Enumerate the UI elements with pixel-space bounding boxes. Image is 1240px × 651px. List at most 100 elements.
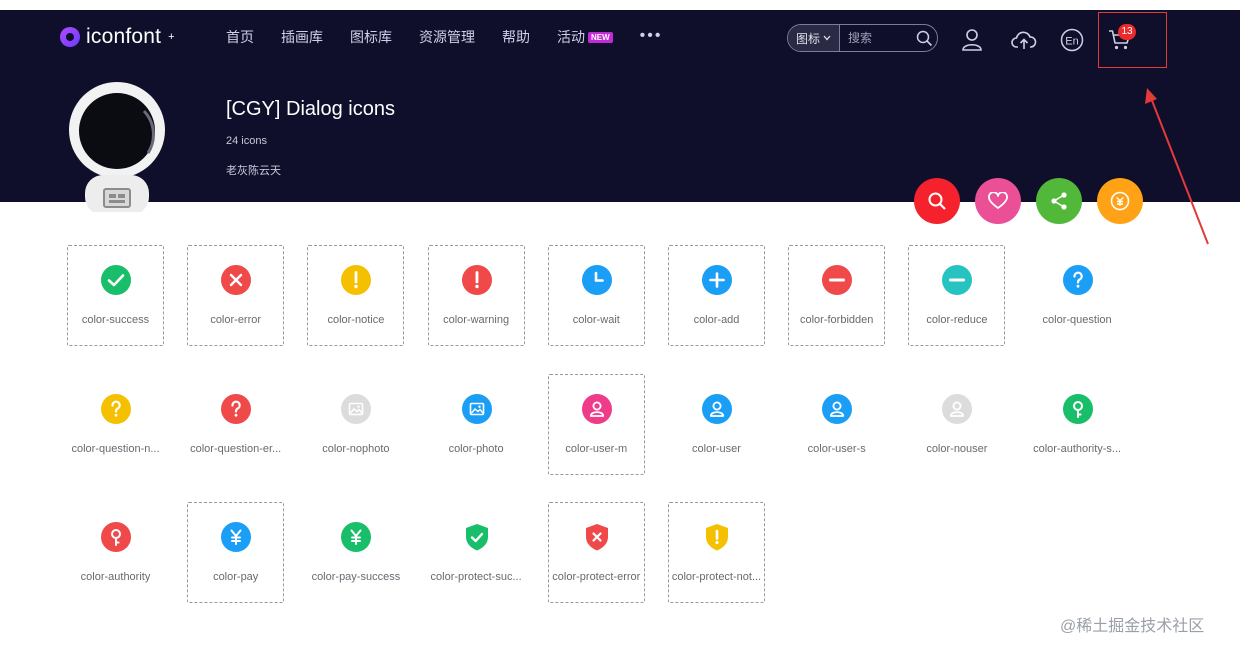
search-collection-button[interactable] <box>914 178 960 224</box>
icon-card-color-nouser[interactable]: color-nouser <box>908 374 1005 475</box>
nav-resource-management[interactable]: 资源管理 <box>419 27 475 47</box>
collection-title: [CGY] Dialog icons <box>226 98 395 120</box>
icon-card-color-question-n[interactable]: color-question-n... <box>67 374 164 475</box>
icon-card-color-add[interactable]: color-add <box>668 245 765 346</box>
share-button[interactable] <box>1036 178 1082 224</box>
nav-activities[interactable]: 活动 NEW <box>557 27 613 47</box>
user-account-button[interactable] <box>959 27 985 53</box>
icon-card-color-user-s[interactable]: color-user-s <box>788 374 885 475</box>
icon-card-color-photo[interactable]: color-photo <box>428 374 525 475</box>
search-type-dropdown[interactable]: 图标 <box>788 25 840 51</box>
reward-icon <box>1110 191 1130 211</box>
icon-card-color-user[interactable]: color-user <box>668 374 765 475</box>
icon-card-color-user-m[interactable]: color-user-m <box>547 373 645 475</box>
color-user-icon <box>702 393 732 424</box>
collection-author[interactable]: 老灰陈云天 <box>226 162 281 178</box>
nav-icon-library[interactable]: 图标库 <box>350 27 392 47</box>
color-photo-icon <box>461 393 492 424</box>
icon-label: color-pay-success <box>311 571 401 583</box>
icon-card-color-error[interactable]: color-error <box>187 245 285 346</box>
icon-label: color-protect-not... <box>671 571 762 583</box>
color-add-icon <box>702 265 732 295</box>
icon-card-color-pay[interactable]: color-pay <box>187 502 285 603</box>
icon-card-color-nophoto[interactable]: color-nophoto <box>307 374 404 475</box>
language-en-icon: En <box>1060 28 1084 52</box>
color-warning-icon <box>461 265 492 295</box>
icon-card-color-protect-error[interactable]: color-protect-error <box>547 502 645 603</box>
new-badge: NEW <box>588 31 613 43</box>
icon-card-color-authority-s[interactable]: color-authority-s... <box>1029 374 1126 475</box>
nav-illustrations[interactable]: 插画库 <box>281 27 323 47</box>
color-user-s-icon <box>822 393 853 424</box>
icon-label: color-add <box>693 314 740 326</box>
color-question-n-icon <box>101 393 131 424</box>
icon-label: color-user-m <box>565 442 628 455</box>
color-user-m-icon <box>581 393 612 424</box>
icon-card-color-success[interactable]: color-success <box>67 245 164 346</box>
icon-label: color-question-er... <box>190 442 282 455</box>
icon-label: color-question-n... <box>71 442 160 455</box>
heart-icon <box>988 192 1008 209</box>
color-protect-suc-icon <box>462 522 492 552</box>
color-authority-icon <box>101 522 131 552</box>
icon-label: color-reduce <box>926 314 988 326</box>
icon-card-color-notice[interactable]: color-notice <box>307 245 405 346</box>
color-nouser-icon <box>942 393 973 424</box>
nav-label: 资源管理 <box>419 29 475 45</box>
icon-label: color-protect-error <box>552 571 641 583</box>
icon-label: color-protect-suc... <box>430 571 522 583</box>
nav-help[interactable]: 帮助 <box>502 27 530 47</box>
color-pay-icon <box>221 522 252 552</box>
nav-more-button[interactable]: ••• <box>640 25 663 47</box>
iconfont-logo[interactable]: iconfont + <box>60 25 175 49</box>
cloud-upload-icon <box>1011 31 1037 49</box>
color-protect-error-icon <box>582 522 612 552</box>
user-icon <box>962 29 982 51</box>
icon-card-color-question-er[interactable]: color-question-er... <box>187 374 284 475</box>
header-banner: iconfont + 首页 插画库 图标库 资源管理 帮助 活动 NEW ••• 图… <box>0 10 1240 212</box>
icon-card-color-question[interactable]: color-question <box>1029 245 1126 346</box>
collection-avatar <box>68 81 166 212</box>
nav-label: 帮助 <box>502 29 530 45</box>
icon-card-color-pay-success[interactable]: color-pay-success <box>307 502 404 603</box>
color-protect-not-icon <box>702 522 732 552</box>
icon-card-color-protect-suc[interactable]: color-protect-suc... <box>428 502 525 603</box>
icon-label: color-nouser <box>926 442 988 455</box>
icon-card-color-authority[interactable]: color-authority <box>67 502 164 603</box>
icon-label: color-wait <box>572 314 620 326</box>
nav-label: 活动 <box>557 29 585 45</box>
icon-card-color-warning[interactable]: color-warning <box>427 245 525 346</box>
color-question-icon <box>1062 265 1093 295</box>
icon-card-color-reduce[interactable]: color-reduce <box>908 245 1006 346</box>
icon-label: color-user <box>692 442 741 455</box>
upload-button[interactable] <box>1011 27 1037 53</box>
color-reduce-icon <box>942 265 973 295</box>
astronaut-helmet-icon <box>69 82 165 212</box>
color-forbidden-icon <box>822 265 853 295</box>
nav-home[interactable]: 首页 <box>226 27 254 47</box>
icon-card-color-wait[interactable]: color-wait <box>547 245 645 346</box>
icon-card-color-protect-not[interactable]: color-protect-not... <box>668 502 765 603</box>
language-switch-button[interactable]: En <box>1059 27 1085 53</box>
reward-button[interactable] <box>1097 178 1143 224</box>
chevron-down-icon <box>823 35 831 41</box>
search-input[interactable] <box>840 25 911 51</box>
favorite-button[interactable] <box>975 178 1021 224</box>
icon-card-color-forbidden[interactable]: color-forbidden <box>788 245 886 346</box>
search-type-label: 图标 <box>795 31 820 46</box>
color-success-icon <box>101 265 131 295</box>
icon-label: color-error <box>210 314 262 326</box>
share-icon <box>1051 192 1067 210</box>
main-nav: 首页 插画库 图标库 资源管理 帮助 活动 NEW ••• <box>226 27 689 47</box>
color-question-er-icon <box>221 393 252 424</box>
search-submit-button[interactable] <box>911 25 937 51</box>
color-nophoto-icon <box>341 393 372 424</box>
icon-label: color-pay <box>213 571 259 583</box>
language-en-label: En <box>1065 36 1078 48</box>
page: iconfont + 首页 插画库 图标库 资源管理 帮助 活动 NEW ••• 图… <box>0 0 1240 651</box>
icon-label: color-notice <box>327 314 385 326</box>
nav-label: 插画库 <box>281 29 323 45</box>
icon-label: color-success <box>81 314 150 326</box>
color-wait-icon <box>581 265 612 295</box>
icon-label: color-warning <box>443 314 510 326</box>
